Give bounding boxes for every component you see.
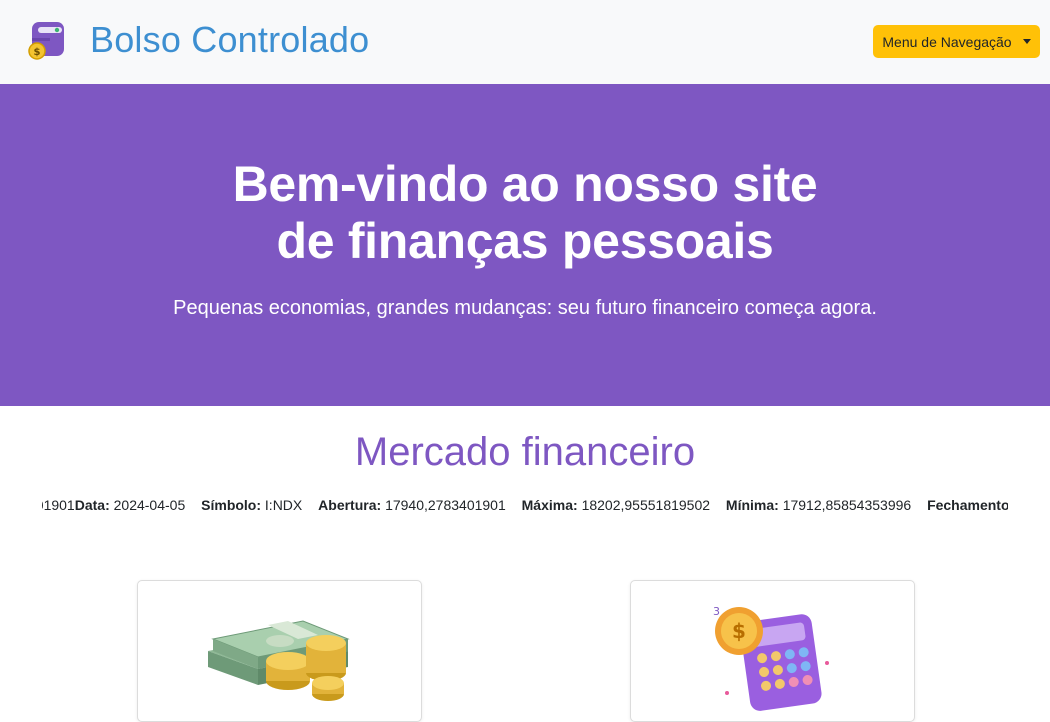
caret-down-icon [1022, 39, 1031, 44]
ticker-close-label: Fechamento: [927, 497, 1008, 513]
hero-subtitle: Pequenas economias, grandes mudanças: se… [173, 297, 877, 319]
brand-link[interactable]: $ Bolso Controlado [28, 20, 369, 60]
money-stack-icon [208, 620, 350, 701]
navigation-menu-label: Menu de Navegação [882, 33, 1012, 50]
market-ticker: 401901Data: 2024-04-05 Símbolo: I:NDX Ab… [42, 494, 1008, 518]
brand-name: Bolso Controlado [90, 19, 370, 60]
svg-text:3: 3 [713, 605, 720, 618]
ticker-prefix: 401901 [42, 497, 75, 513]
hero-banner: Bem-vindo ao nosso site de finanças pess… [0, 84, 1050, 406]
ticker-symbol-label: Símbolo: [201, 497, 262, 513]
ticker-high-label: Máxima: [521, 497, 578, 513]
svg-text:$: $ [732, 619, 746, 643]
market-title: Mercado financeiro [354, 430, 696, 474]
ticker-open: 17940,2783401901 [385, 497, 506, 513]
ticker-low: 17912,85854353996 [782, 497, 912, 513]
navbar: $ Bolso Controlado Menu de Navegação [0, 0, 1050, 84]
calculator-coin-icon: $ 3 [713, 605, 829, 711]
navigation-menu-button[interactable]: Menu de Navegação [873, 25, 1040, 58]
ticker-high: 18202,95551819502 [581, 497, 711, 513]
ticker-date: 2024-04-05 [113, 497, 186, 513]
card-money[interactable] [137, 580, 422, 722]
hero-title-line1: Bem-vindo ao nosso site [232, 156, 818, 212]
card-calculator[interactable]: $ 3 [630, 580, 915, 722]
hero-title: Bem-vindo ao nosso site de finanças pess… [0, 156, 1050, 270]
ticker-date-label: Data: [74, 497, 110, 513]
ticker-low-label: Mínima: [725, 497, 779, 513]
ticker-open-label: Abertura: [318, 497, 382, 513]
hero-title-line2: de finanças pessoais [276, 213, 774, 269]
svg-text:$: $ [34, 47, 41, 58]
ticker-content: 401901Data: 2024-04-05 Símbolo: I:NDX Ab… [42, 494, 1008, 516]
ticker-symbol: I:NDX [264, 497, 303, 513]
wallet-icon: $ [28, 20, 66, 60]
